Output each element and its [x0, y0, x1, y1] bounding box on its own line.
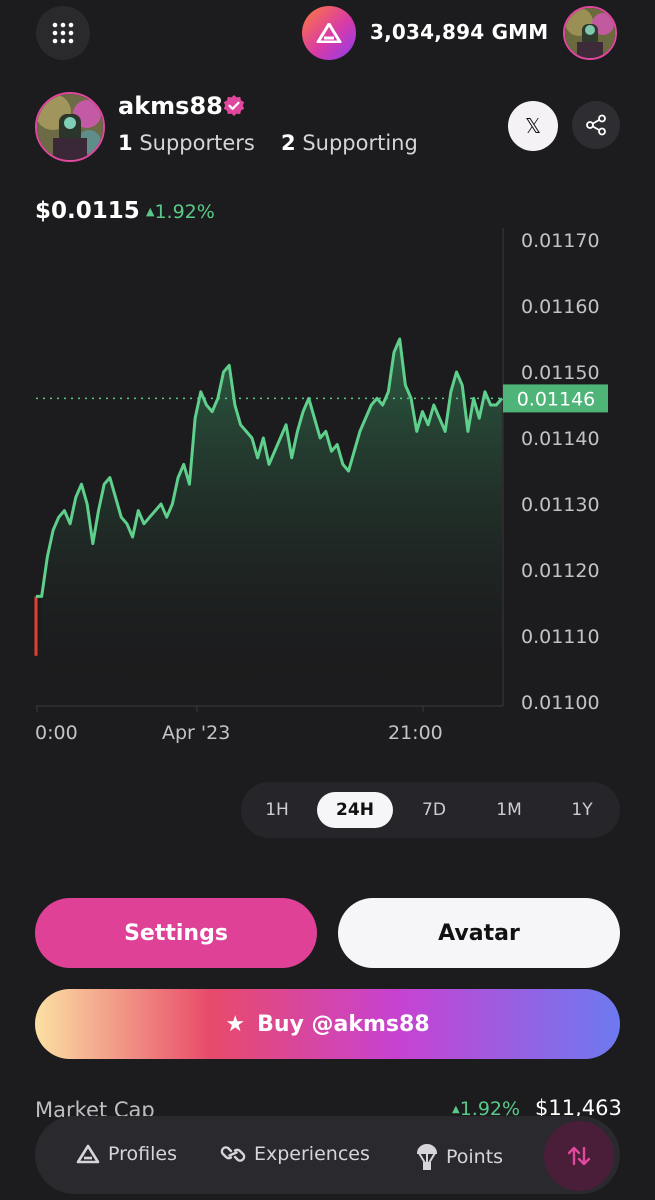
link-icon: [220, 1146, 246, 1162]
nav-profiles[interactable]: Profiles: [76, 1143, 177, 1165]
y-tick-label: 0.01170: [521, 230, 600, 252]
supporting-count: 2: [281, 131, 296, 155]
balance-text: 3,034,894 GMM: [370, 20, 549, 44]
range-1m[interactable]: 1M: [471, 792, 547, 828]
parachute-icon: [416, 1144, 438, 1170]
star-icon: ★: [225, 1011, 246, 1037]
account-avatar[interactable]: [563, 6, 617, 60]
y-tick-label: 0.01110: [521, 626, 600, 648]
profile-username: akms88: [118, 92, 223, 120]
supporting-stat[interactable]: 2 Supporting: [281, 131, 418, 155]
nav-points[interactable]: Points: [416, 1143, 503, 1171]
share-button[interactable]: [572, 101, 620, 149]
settings-button[interactable]: Settings: [35, 898, 317, 968]
price-change: ▲1.92%: [146, 201, 215, 223]
y-tick-label: 0.01150: [521, 362, 600, 384]
token-a-icon: [316, 23, 342, 43]
grid-icon: [52, 22, 74, 44]
verified-badge-icon: [223, 95, 245, 116]
profile-avatar-image: [37, 94, 103, 160]
y-tick-label: 0.01140: [521, 428, 600, 450]
swap-arrows-icon: [567, 1146, 591, 1166]
profiles-icon: [76, 1144, 100, 1164]
x-logo-icon: 𝕏: [524, 114, 542, 138]
profile-avatar[interactable]: [35, 92, 105, 162]
supporters-label: Supporters: [139, 131, 255, 155]
nav-experiences-label: Experiences: [254, 1143, 370, 1165]
menu-grid-button[interactable]: [36, 6, 90, 60]
y-tick-label: 0.01160: [521, 296, 600, 318]
nav-points-label: Points: [446, 1146, 504, 1168]
x-social-button[interactable]: 𝕏: [508, 101, 558, 151]
chart-area-fill: [41, 339, 503, 702]
y-tick-label: 0.01100: [521, 692, 600, 714]
range-1h[interactable]: 1H: [239, 792, 315, 828]
y-tick-label: 0.01120: [521, 560, 600, 582]
up-triangle-icon: ▲: [452, 1104, 460, 1115]
current-price: $0.0115: [35, 198, 140, 224]
coin-logo-icon[interactable]: [302, 6, 356, 60]
buy-button[interactable]: ★ Buy @akms88: [35, 989, 620, 1059]
range-24h[interactable]: 24H: [317, 792, 393, 828]
nav-experiences[interactable]: Experiences: [220, 1143, 370, 1165]
swap-button[interactable]: [544, 1121, 614, 1191]
x-tick-label: 21:00: [388, 722, 443, 744]
x-tick-label: 0:00: [35, 722, 78, 744]
supporters-stat[interactable]: 1 Supporters: [118, 131, 255, 155]
price-chart[interactable]: 0.01146 0.01170 0.01160 0.01150 0.01140 0.011…: [0, 228, 655, 748]
range-1y[interactable]: 1Y: [544, 792, 620, 828]
share-icon: [586, 114, 606, 136]
avatar-button[interactable]: Avatar: [338, 898, 620, 968]
range-7d[interactable]: 7D: [396, 792, 472, 828]
supporters-count: 1: [118, 131, 133, 155]
current-value-label: 0.01146: [517, 388, 596, 410]
avatar-image: [565, 8, 615, 58]
nav-profiles-label: Profiles: [108, 1143, 177, 1165]
y-tick-label: 0.01130: [521, 494, 600, 516]
buy-button-label: Buy @akms88: [257, 1011, 430, 1037]
price-change-value: 1.92%: [154, 201, 215, 223]
x-tick-label: Apr '23: [162, 722, 230, 744]
supporting-label: Supporting: [302, 131, 418, 155]
